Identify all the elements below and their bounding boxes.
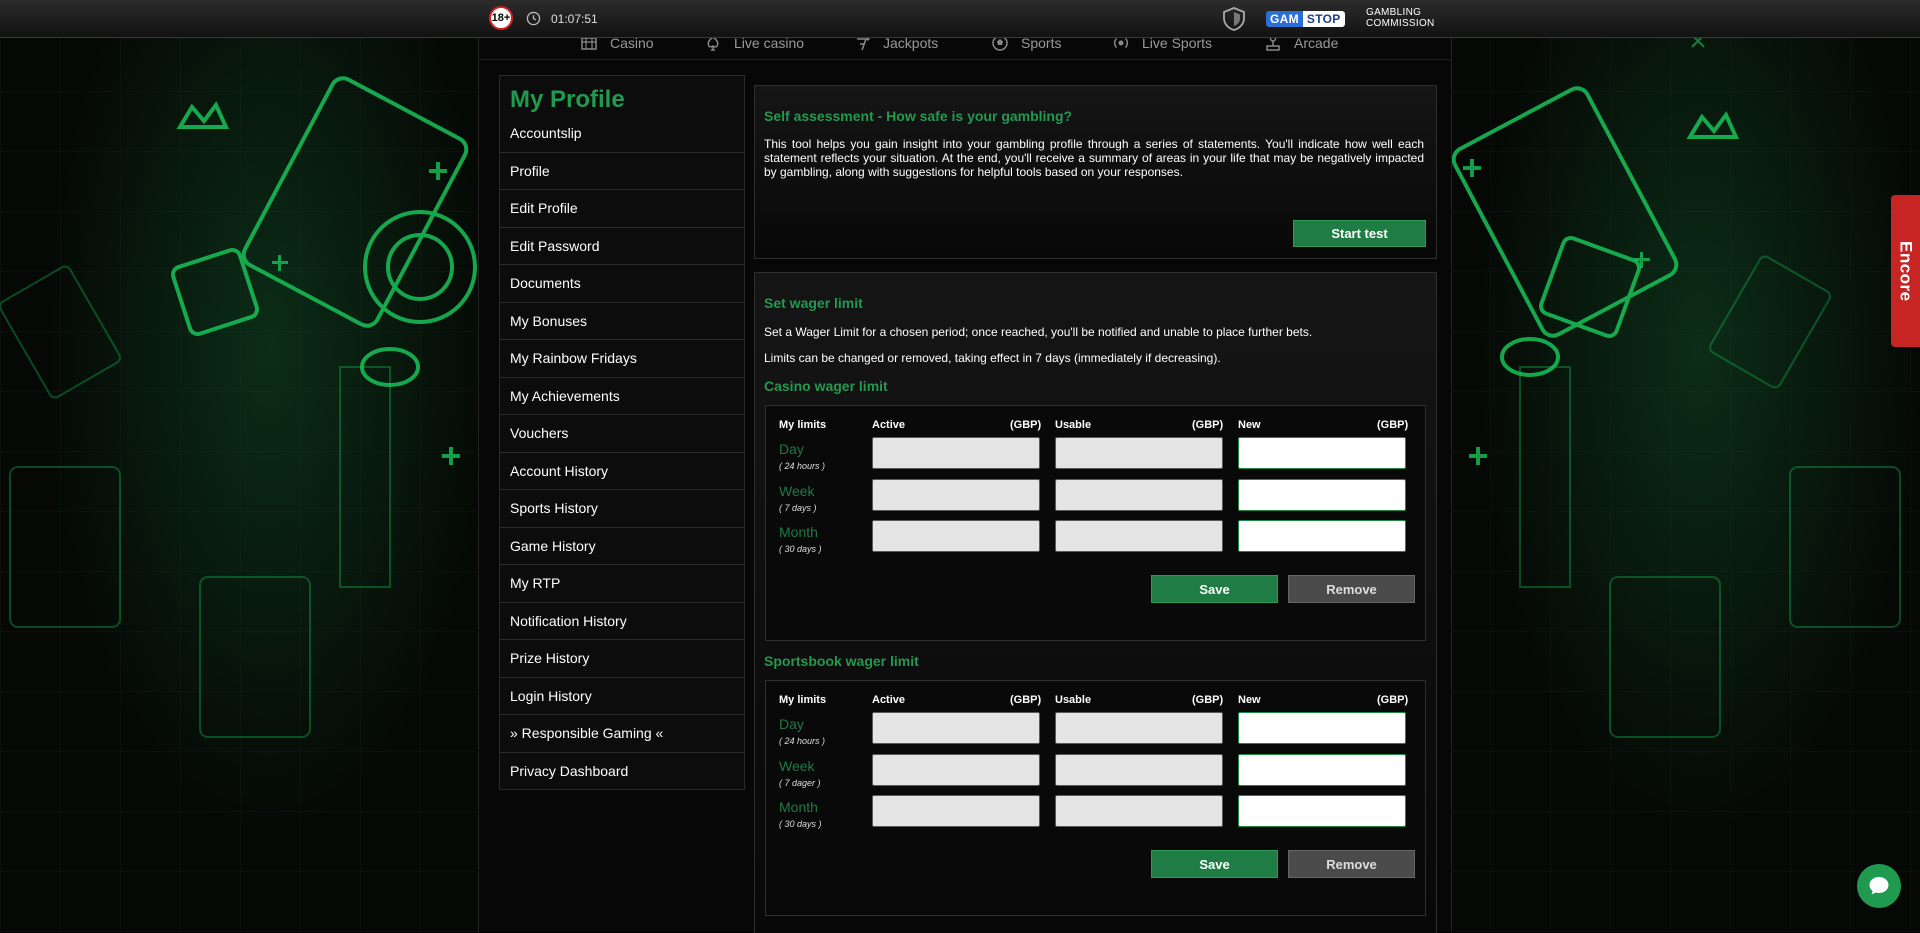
casino-remove-button[interactable]: Remove xyxy=(1288,575,1415,603)
sidebar-item-my-bonuses[interactable]: My Bonuses xyxy=(500,303,744,340)
self-assessment-title: Self assessment - How safe is your gambl… xyxy=(764,108,1073,124)
chat-button[interactable] xyxy=(1857,864,1901,908)
period-day-sub: ( 24 hours ) xyxy=(779,736,826,746)
sidebar-item-privacy-dashboard[interactable]: Privacy Dashboard xyxy=(500,753,744,790)
sidebar-item-accountslip[interactable]: Accountslip xyxy=(500,115,744,153)
sidebar-item-edit-profile[interactable]: Edit Profile xyxy=(500,190,744,228)
sportsbook-month-active-field xyxy=(872,795,1040,827)
sportsbook-limits-box: My limits Active (GBP) Usable (GBP) New … xyxy=(765,680,1426,916)
profile-menu: Accountslip Profile Edit Profile Edit Pa… xyxy=(500,115,744,790)
sidebar-item-my-achievements[interactable]: My Achievements xyxy=(500,378,744,415)
period-month-label: Month xyxy=(779,524,818,540)
sidebar-item-game-history[interactable]: Game History xyxy=(500,528,744,565)
sportsbook-remove-button[interactable]: Remove xyxy=(1288,850,1415,878)
gambling-commission-logo[interactable]: GAMBLING COMMISSION xyxy=(1366,7,1456,29)
sidebar-item-account-history[interactable]: Account History xyxy=(500,453,744,490)
header-new-currency: (GBP) xyxy=(1377,419,1409,431)
self-assessment-panel: Self assessment - How safe is your gambl… xyxy=(754,85,1437,259)
sidebar-item-vouchers[interactable]: Vouchers xyxy=(500,415,744,453)
casino-month-new-input[interactable] xyxy=(1238,520,1406,552)
top-bar: 18+ 01:07:51 GAM STOP GAMBLING COMMISSION xyxy=(0,0,1920,38)
casino-week-active-field xyxy=(872,479,1040,511)
chat-bubble-icon xyxy=(1869,877,1889,895)
sidebar-item-my-rtp[interactable]: My RTP xyxy=(500,565,744,603)
background-casino-art-left xyxy=(0,37,490,932)
background-casino-art-right xyxy=(1430,37,1920,932)
sidebar-item-prize-history[interactable]: Prize History xyxy=(500,640,744,678)
header-my-limits: My limits xyxy=(779,419,827,431)
casino-week-new-input[interactable] xyxy=(1238,479,1406,511)
period-week-label: Week xyxy=(779,483,815,499)
header-usable-currency: (GBP) xyxy=(1192,694,1224,706)
sportsbook-week-new-input[interactable] xyxy=(1238,754,1406,786)
sidebar-item-edit-password[interactable]: Edit Password xyxy=(500,228,744,265)
sportsbook-month-usable-field xyxy=(1055,795,1223,827)
header-usable-currency: (GBP) xyxy=(1192,419,1224,431)
sidebar-item-my-rainbow-fridays[interactable]: My Rainbow Fridays xyxy=(500,340,744,378)
sidebar-item-profile[interactable]: Profile xyxy=(500,153,744,190)
casino-day-usable-field xyxy=(1055,437,1223,469)
header-active: Active xyxy=(872,694,906,706)
period-month-sub: ( 30 days ) xyxy=(779,819,822,829)
header-usable: Usable xyxy=(1055,419,1092,431)
wager-limit-title: Set wager limit xyxy=(764,295,863,311)
sportsbook-wager-limit-title: Sportsbook wager limit xyxy=(764,653,919,669)
sidebar-item-responsible-gaming[interactable]: » Responsible Gaming « xyxy=(500,715,744,753)
profile-sidebar: My Profile Accountslip Profile Edit Prof… xyxy=(499,75,745,790)
casino-wager-limit-title: Casino wager limit xyxy=(764,378,888,394)
wager-limit-note: Limits can be changed or removed, taking… xyxy=(764,351,1221,365)
casino-month-usable-field xyxy=(1055,520,1223,552)
encore-side-tab[interactable]: Encore xyxy=(1891,195,1920,347)
wager-limit-panel: Set wager limit Set a Wager Limit for a … xyxy=(754,272,1437,933)
period-month-label: Month xyxy=(779,799,818,815)
period-week-sub: ( 7 days ) xyxy=(779,503,817,513)
header-usable: Usable xyxy=(1055,694,1092,706)
header-active: Active xyxy=(872,419,906,431)
sidebar-item-notification-history[interactable]: Notification History xyxy=(500,603,744,640)
sidebar-item-documents[interactable]: Documents xyxy=(500,265,744,303)
self-assessment-description: This tool helps you gain insight into yo… xyxy=(764,137,1424,179)
sportsbook-day-usable-field xyxy=(1055,712,1223,744)
session-clock: 01:07:51 xyxy=(551,12,598,26)
casino-month-active-field xyxy=(872,520,1040,552)
casino-limits-box: My limits Active (GBP) Usable (GBP) New … xyxy=(765,405,1426,641)
period-month-sub: ( 30 days ) xyxy=(779,544,822,554)
sportsbook-day-new-input[interactable] xyxy=(1238,712,1406,744)
period-week-label: Week xyxy=(779,758,815,774)
sportsbook-day-active-field xyxy=(872,712,1040,744)
age-restriction-badge: 18+ xyxy=(489,6,513,30)
casino-week-usable-field xyxy=(1055,479,1223,511)
period-day-label: Day xyxy=(779,716,804,732)
period-day-label: Day xyxy=(779,441,804,457)
sidebar-item-sports-history[interactable]: Sports History xyxy=(500,490,744,528)
casino-day-new-input[interactable] xyxy=(1238,437,1406,469)
sportsbook-save-button[interactable]: Save xyxy=(1151,850,1278,878)
sidebar-title: My Profile xyxy=(510,86,625,113)
sportsbook-week-active-field xyxy=(872,754,1040,786)
header-new: New xyxy=(1238,419,1261,431)
sidebar-item-login-history[interactable]: Login History xyxy=(500,678,744,715)
header-active-currency: (GBP) xyxy=(1010,419,1042,431)
header-new-currency: (GBP) xyxy=(1377,694,1409,706)
sportsbook-week-usable-field xyxy=(1055,754,1223,786)
header-new: New xyxy=(1238,694,1261,706)
period-week-sub: ( 7 dager ) xyxy=(779,778,821,788)
period-day-sub: ( 24 hours ) xyxy=(779,461,826,471)
shield-icon[interactable] xyxy=(1220,5,1248,33)
header-active-currency: (GBP) xyxy=(1010,694,1042,706)
header-my-limits: My limits xyxy=(779,694,827,706)
casino-day-active-field xyxy=(872,437,1040,469)
start-test-button[interactable]: Start test xyxy=(1293,220,1426,247)
wager-limit-description: Set a Wager Limit for a chosen period; o… xyxy=(764,325,1313,339)
gamstop-logo[interactable]: GAM STOP xyxy=(1266,10,1345,27)
clock-icon xyxy=(526,11,541,26)
sportsbook-month-new-input[interactable] xyxy=(1238,795,1406,827)
casino-save-button[interactable]: Save xyxy=(1151,575,1278,603)
